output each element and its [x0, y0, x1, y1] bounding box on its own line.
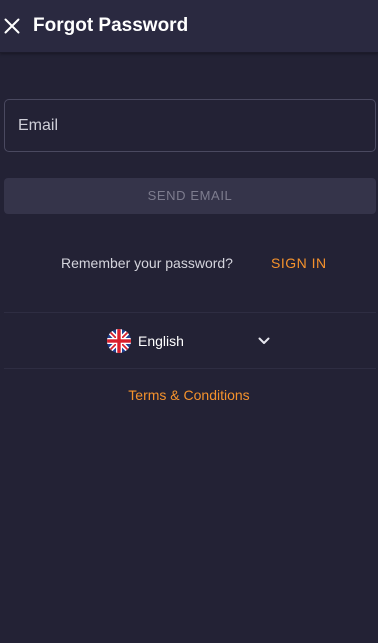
close-button[interactable] [0, 12, 24, 40]
uk-flag-icon [107, 329, 131, 353]
remember-password-text: Remember your password? [61, 255, 233, 271]
language-label: English [138, 333, 184, 349]
language-selector[interactable]: English [0, 314, 378, 368]
email-field[interactable] [5, 100, 375, 151]
page-title: Forgot Password [33, 15, 189, 36]
divider-bottom [4, 368, 376, 369]
header-bar: Forgot Password [0, 0, 378, 53]
terms-and-conditions-link[interactable]: Terms & Conditions [0, 386, 378, 404]
sign-in-link[interactable]: SIGN IN [271, 254, 327, 272]
chevron-down-icon [258, 337, 270, 344]
divider-top [4, 312, 376, 313]
email-field-container [4, 99, 376, 152]
send-email-button[interactable]: SEND EMAIL [4, 178, 376, 214]
close-icon [4, 18, 20, 34]
